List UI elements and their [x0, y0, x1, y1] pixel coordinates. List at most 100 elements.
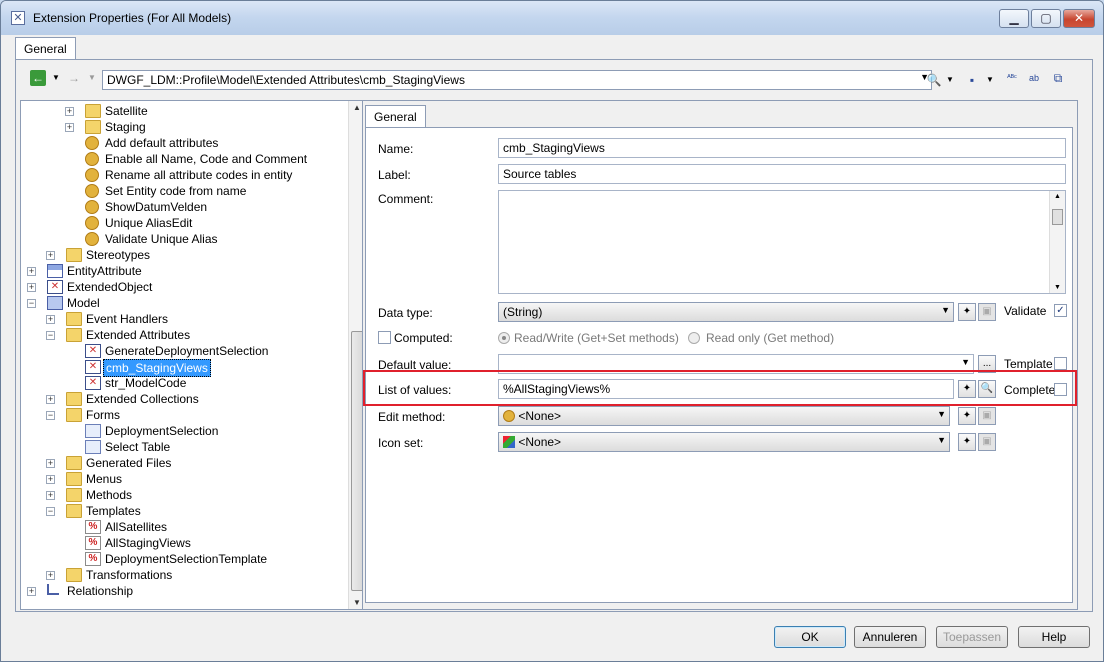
- tree-item[interactable]: DeploymentSelection: [21, 423, 349, 439]
- readwrite-radio[interactable]: [498, 332, 510, 344]
- close-button[interactable]: ✕: [1063, 9, 1095, 28]
- datatype-combo[interactable]: (String) ▼: [498, 302, 954, 322]
- icon-set-properties-button[interactable]: ▣: [978, 433, 996, 451]
- replace-icon[interactable]: ab: [1026, 70, 1042, 86]
- chevron-down-icon[interactable]: ▼: [937, 435, 946, 445]
- tree-item[interactable]: Unique AliasEdit: [21, 215, 349, 231]
- new-edit-method-button[interactable]: ✦: [958, 407, 976, 425]
- find-icon[interactable]: 🔍: [926, 72, 942, 88]
- scroll-up-icon[interactable]: ▲: [353, 103, 361, 112]
- computed-checkbox[interactable]: [378, 331, 391, 344]
- object-path-combo[interactable]: DWGF_LDM::Profile\Model\Extended Attribu…: [102, 70, 932, 90]
- tree-item[interactable]: Add default attributes: [21, 135, 349, 151]
- forward-arrow-icon[interactable]: →: [66, 70, 82, 86]
- tree-item[interactable]: − Model: [21, 295, 349, 311]
- chevron-down-icon[interactable]: ▼: [937, 409, 946, 419]
- expand-icon[interactable]: +: [27, 587, 36, 596]
- tree-item[interactable]: + Methods: [21, 487, 349, 503]
- comment-scrollbar[interactable]: ▲ ▼: [1049, 191, 1065, 293]
- expand-icon[interactable]: +: [46, 475, 55, 484]
- chevron-down-icon[interactable]: ▼: [941, 305, 950, 315]
- datatype-properties-button[interactable]: ▣: [978, 303, 996, 321]
- collapse-icon[interactable]: −: [46, 331, 55, 340]
- new-icon-set-button[interactable]: ✦: [958, 433, 976, 451]
- tree-item-label: Generated Files: [86, 456, 172, 470]
- tree-item-label: ExtendedObject: [67, 280, 153, 294]
- new-datatype-button[interactable]: ✦: [958, 303, 976, 321]
- expand-icon[interactable]: +: [46, 491, 55, 500]
- comment-textarea[interactable]: ▲ ▼: [498, 190, 1066, 294]
- collapse-icon[interactable]: −: [27, 299, 36, 308]
- chevron-down-icon[interactable]: ▼: [961, 357, 970, 367]
- save-icon[interactable]: ▪: [964, 72, 980, 88]
- edit-method-combo[interactable]: <None> ▼: [498, 406, 950, 426]
- tree-item[interactable]: Enable all Name, Code and Comment: [21, 151, 349, 167]
- tree-item[interactable]: % AllSatellites: [21, 519, 349, 535]
- expand-icon[interactable]: +: [46, 251, 55, 260]
- help-button[interactable]: Help: [1018, 626, 1090, 648]
- scroll-down-icon[interactable]: ▼: [353, 598, 361, 607]
- collapse-icon[interactable]: −: [46, 507, 55, 516]
- tree-item[interactable]: ShowDatumVelden: [21, 199, 349, 215]
- validate-checkbox[interactable]: ✓: [1054, 304, 1067, 317]
- expand-icon[interactable]: +: [27, 283, 36, 292]
- tree-item[interactable]: + ✕ ExtendedObject: [21, 279, 349, 295]
- tab-general-properties[interactable]: General: [365, 105, 426, 128]
- cancel-button[interactable]: Annuleren: [854, 626, 926, 648]
- tree-item[interactable]: + Generated Files: [21, 455, 349, 471]
- tree-item[interactable]: % DeploymentSelectionTemplate: [21, 551, 349, 567]
- tree-item[interactable]: + Event Handlers: [21, 311, 349, 327]
- tree-item[interactable]: + Satellite: [21, 103, 349, 119]
- tree-item[interactable]: + Stereotypes: [21, 247, 349, 263]
- tree-item[interactable]: − Extended Attributes: [21, 327, 349, 343]
- scroll-down-icon[interactable]: ▼: [1054, 284, 1061, 291]
- ok-button[interactable]: OK: [774, 626, 846, 648]
- expand-icon[interactable]: +: [46, 315, 55, 324]
- properties-icon[interactable]: ⧉: [1050, 70, 1066, 86]
- tree-item[interactable]: Select Table: [21, 439, 349, 455]
- tree-item[interactable]: ✕ GenerateDeploymentSelection: [21, 343, 349, 359]
- expand-icon[interactable]: +: [65, 107, 74, 116]
- tree-item[interactable]: ✕ str_ModelCode: [21, 375, 349, 391]
- edit-method-properties-button[interactable]: ▣: [978, 407, 996, 425]
- spell-check-icon[interactable]: ᴬᴮᶜ: [1004, 70, 1020, 86]
- expand-icon[interactable]: +: [46, 571, 55, 580]
- tree-item[interactable]: − Forms: [21, 407, 349, 423]
- template-label: Template: [1004, 357, 1053, 371]
- template-checkbox[interactable]: [1054, 357, 1067, 370]
- tree-item[interactable]: + Transformations: [21, 567, 349, 583]
- forward-dropdown-icon[interactable]: ▼: [84, 70, 100, 86]
- tree-item[interactable]: + Extended Collections: [21, 391, 349, 407]
- find-dropdown-icon[interactable]: ▼: [942, 72, 958, 88]
- expand-icon[interactable]: +: [27, 267, 36, 276]
- apply-button[interactable]: Toepassen: [936, 626, 1008, 648]
- tree-item[interactable]: + Staging: [21, 119, 349, 135]
- tree-item[interactable]: % AllStagingViews: [21, 535, 349, 551]
- label-input[interactable]: Source tables: [498, 164, 1066, 184]
- expand-icon[interactable]: +: [46, 395, 55, 404]
- minimize-button[interactable]: ▁: [999, 9, 1029, 28]
- name-input[interactable]: cmb_StagingViews: [498, 138, 1066, 158]
- back-arrow-icon[interactable]: ←: [30, 70, 46, 86]
- object-tree[interactable]: ▲ ▼ + Satellite + Staging Add default attrib…: [20, 100, 366, 610]
- expand-icon[interactable]: +: [65, 123, 74, 132]
- tree-item[interactable]: + Menus: [21, 471, 349, 487]
- tree-item[interactable]: − Templates: [21, 503, 349, 519]
- collapse-icon[interactable]: −: [46, 411, 55, 420]
- comment-scroll-thumb[interactable]: [1052, 209, 1063, 225]
- save-dropdown-icon[interactable]: ▼: [982, 72, 998, 88]
- icon-set-combo[interactable]: <None> ▼: [498, 432, 950, 452]
- readonly-radio[interactable]: [688, 332, 700, 344]
- tree-item[interactable]: + Relationship: [21, 583, 349, 599]
- tree-item[interactable]: Rename all attribute codes in entity: [21, 167, 349, 183]
- tree-item[interactable]: Validate Unique Alias: [21, 231, 349, 247]
- expand-icon[interactable]: +: [46, 459, 55, 468]
- back-dropdown-icon[interactable]: ▼: [48, 70, 64, 86]
- tab-general[interactable]: General: [15, 37, 76, 60]
- tree-item[interactable]: Set Entity code from name: [21, 183, 349, 199]
- tree-item[interactable]: ✕ cmb_StagingViews: [21, 359, 349, 377]
- scroll-up-icon[interactable]: ▲: [1054, 193, 1061, 200]
- tree-item[interactable]: + EntityAttribute: [21, 263, 349, 279]
- object-path-text: DWGF_LDM::Profile\Model\Extended Attribu…: [107, 73, 465, 87]
- maximize-button[interactable]: ▢: [1031, 9, 1061, 28]
